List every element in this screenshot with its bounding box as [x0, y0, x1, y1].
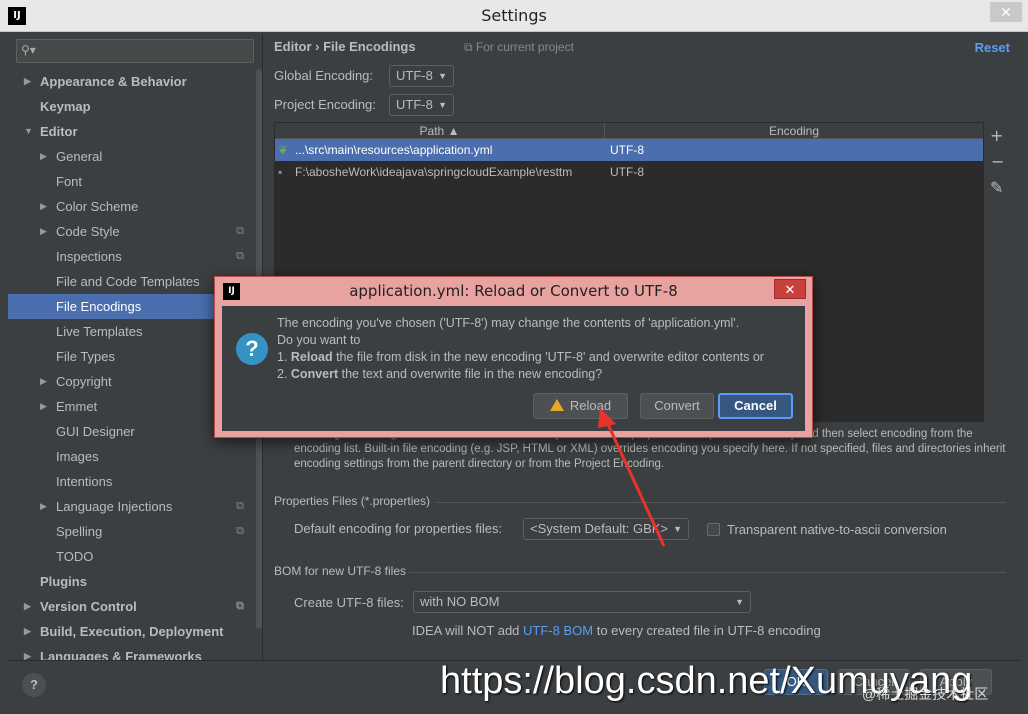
arrow-head — [598, 408, 616, 428]
watermark-secondary: @稀土掘金技术社区 — [862, 686, 989, 702]
arrow-line — [604, 419, 666, 547]
annotation-arrow — [598, 408, 666, 547]
